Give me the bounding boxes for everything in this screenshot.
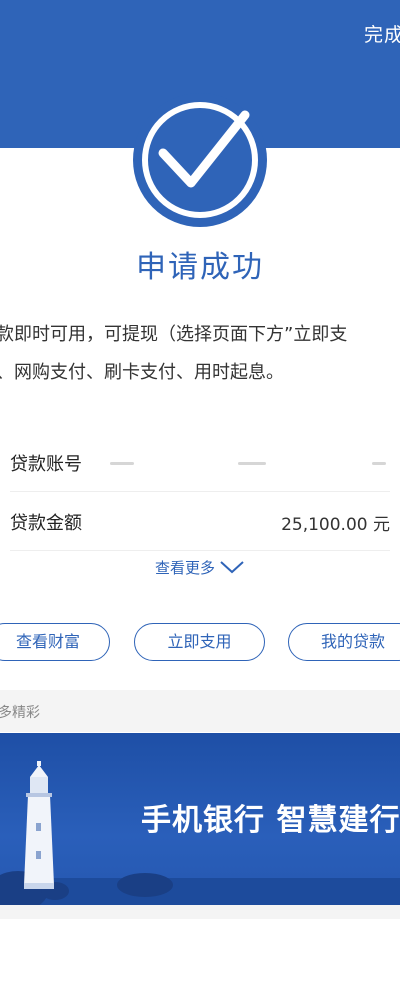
loan-amount-label: 贷款金额: [10, 513, 82, 534]
see-more-link[interactable]: 查看更多: [0, 557, 400, 578]
use-now-button[interactable]: 立即支用: [134, 623, 265, 661]
banner-text: 手机银行 智慧建行: [141, 803, 400, 838]
description-line-1: 款即时可用，可提现（选择页面下方”立即支: [0, 324, 348, 345]
more-section-title: 多精彩: [0, 705, 40, 721]
loan-amount-row: 贷款金额 25,100.00 元: [10, 495, 390, 551]
success-title: 申请成功: [136, 250, 264, 285]
loan-account-row: 贷款账号: [10, 436, 390, 492]
bottom-spacer: [0, 905, 400, 919]
done-button[interactable]: 完成: [364, 20, 400, 47]
promo-banner[interactable]: 手机银行 智慧建行: [0, 733, 400, 905]
description: 款即时可用，可提现（选择页面下方”立即支 、网购支付、刷卡支付、用时起息。: [0, 316, 400, 392]
more-section-header: 多精彩: [0, 690, 400, 732]
loan-amount-value: 25,100.00 元: [281, 515, 390, 535]
view-wealth-button[interactable]: 查看财富: [0, 623, 110, 661]
loan-account-masked-value: [110, 462, 390, 466]
my-loan-button[interactable]: 我的贷款: [288, 623, 400, 661]
chevron-down-icon: [219, 560, 245, 578]
success-check-icon: [133, 93, 267, 227]
loan-account-label: 贷款账号: [10, 454, 82, 475]
see-more-label: 查看更多: [154, 559, 215, 577]
description-line-2: 、网购支付、刷卡支付、用时起息。: [0, 362, 284, 383]
